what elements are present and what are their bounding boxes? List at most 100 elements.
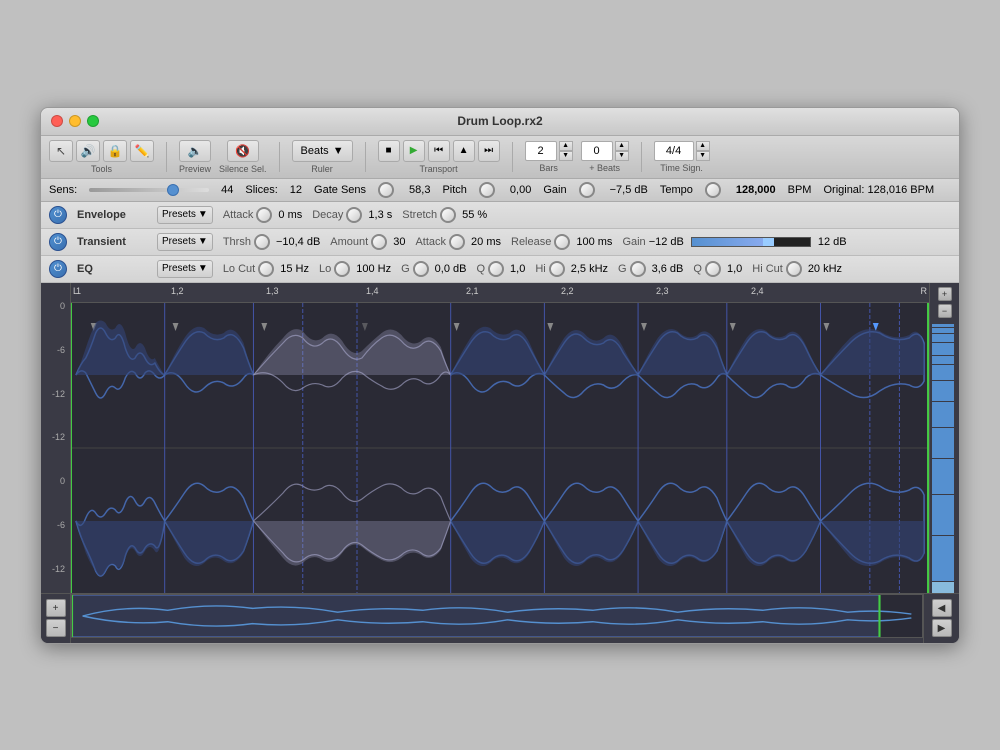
tools-label: Tools — [91, 164, 112, 174]
ruler-value: Beats — [301, 145, 329, 157]
waveform-canvas[interactable] — [71, 303, 929, 593]
q2-knob[interactable] — [705, 261, 721, 277]
g2-knob[interactable] — [630, 261, 646, 277]
time-sign-down-button[interactable]: ▼ — [696, 151, 710, 161]
sens-bar: Sens: 44 Slices: 12 Gate Sens 58,3 Pitch… — [41, 179, 959, 202]
g-label: G — [401, 263, 410, 275]
zoom-out-button[interactable]: − — [938, 304, 952, 318]
q2-group: Q 1,0 — [693, 261, 742, 277]
decay-group: Decay 1,3 s — [312, 207, 392, 223]
g-knob[interactable] — [413, 261, 429, 277]
transient-presets-dropdown[interactable]: Presets ▼ — [157, 233, 213, 251]
time-sign-up-button[interactable]: ▲ — [696, 141, 710, 151]
pencil-tool-button[interactable]: ✏️ — [130, 140, 154, 162]
speaker-tool-button[interactable]: 🔊 — [76, 140, 100, 162]
ruler-dropdown[interactable]: Beats ▼ — [292, 140, 353, 162]
transient-gain-group: Gain −12 dB 12 dB — [622, 236, 846, 248]
beats-up-button[interactable]: ▲ — [615, 141, 629, 151]
attack-group: Attack 0 ms — [223, 207, 302, 223]
sens-slider-thumb — [167, 184, 179, 196]
hi-knob[interactable] — [549, 261, 565, 277]
g-group: G 0,0 dB — [401, 261, 466, 277]
amount-knob[interactable] — [371, 234, 387, 250]
bars-up-button[interactable]: ▲ — [559, 141, 573, 151]
lo-knob[interactable] — [334, 261, 350, 277]
lock-tool-button[interactable]: 🔒 — [103, 140, 127, 162]
bars-spinner: ▲ ▼ — [559, 141, 573, 161]
transient-attack-knob[interactable] — [449, 234, 465, 250]
scroll-right-button[interactable]: ▶ — [932, 619, 952, 637]
bars-input[interactable]: 2 — [525, 141, 557, 161]
hi-label: Hi — [535, 263, 545, 275]
hi-cut-knob[interactable] — [786, 261, 802, 277]
hi-cut-value: 20 kHz — [808, 263, 842, 275]
eq-presets-dropdown[interactable]: Presets ▼ — [157, 260, 213, 278]
marker-2-4: 2,4 — [751, 286, 764, 296]
maximize-button[interactable] — [87, 115, 99, 127]
sens-slider[interactable] — [89, 188, 209, 192]
release-knob[interactable] — [554, 234, 570, 250]
transient-presets-label: Presets — [162, 236, 196, 247]
minimap-zoom-in-button[interactable]: + — [46, 599, 66, 617]
attack-knob[interactable] — [256, 207, 272, 223]
lo-cut-knob[interactable] — [258, 261, 274, 277]
lo-cut-value: 15 Hz — [280, 263, 309, 275]
sens-value: 44 — [221, 184, 233, 196]
amount-label: Amount — [330, 236, 368, 248]
amount-value: 30 — [393, 236, 405, 248]
beats-group: 0 ▲ ▼ + Beats — [581, 141, 629, 173]
preview-button[interactable]: 🔈 — [179, 140, 211, 162]
bars-group: 2 ▲ ▼ Bars — [525, 141, 573, 173]
marker-r: R — [921, 286, 928, 296]
hi-value: 2,5 kHz — [571, 263, 608, 275]
g2-group: G 3,6 dB — [618, 261, 683, 277]
waveform-main[interactable]: L 1 1,2 1,3 1,4 2,1 2,2 2,3 2,4 R — [71, 283, 929, 593]
pitch-knob[interactable] — [479, 182, 495, 198]
q-value: 1,0 — [510, 263, 525, 275]
bpm-label: BPM — [788, 184, 812, 196]
silence-sel-button[interactable]: 🔇 — [227, 140, 259, 162]
gate-sens-knob[interactable] — [378, 182, 394, 198]
scale-0b: 0 — [43, 476, 68, 486]
play-button[interactable]: ▶ — [403, 140, 425, 162]
scale-12: -12 — [43, 389, 68, 399]
stretch-knob[interactable] — [440, 207, 456, 223]
scroll-left-button[interactable]: ◀ — [932, 599, 952, 617]
fast-forward-button[interactable]: ⏭ — [478, 140, 500, 162]
record-button[interactable]: ▲ — [453, 140, 475, 162]
zoom-in-button[interactable]: + — [938, 287, 952, 301]
beats-down-button[interactable]: ▼ — [615, 151, 629, 161]
envelope-power-button[interactable]: ⏻ — [49, 206, 67, 224]
transient-power-button[interactable]: ⏻ — [49, 233, 67, 251]
tools-icons: ↖ 🔊 🔒 ✏️ — [49, 140, 154, 162]
decay-knob[interactable] — [346, 207, 362, 223]
minimap-canvas[interactable] — [71, 594, 923, 638]
envelope-presets-icon: ▼ — [198, 209, 208, 220]
select-tool-button[interactable]: ↖ — [49, 140, 73, 162]
original-label: Original: 128,016 BPM — [823, 184, 934, 196]
minimize-button[interactable] — [69, 115, 81, 127]
app-window: Drum Loop.rx2 ↖ 🔊 🔒 ✏️ Tools 🔈 Preview 🔇… — [40, 107, 960, 644]
scale-6: -6 — [43, 345, 68, 355]
marker-1-3: 1,3 — [266, 286, 279, 296]
time-sign-input[interactable]: 4/4 — [654, 141, 694, 161]
g-value: 0,0 dB — [435, 263, 467, 275]
stop-button[interactable]: ■ — [378, 140, 400, 162]
rewind-button[interactable]: ⏮ — [428, 140, 450, 162]
beats-input[interactable]: 0 — [581, 141, 613, 161]
marker-1-2: 1,2 — [171, 286, 184, 296]
q-group: Q 1,0 — [476, 261, 525, 277]
q-label: Q — [476, 263, 485, 275]
gain-knob[interactable] — [579, 182, 595, 198]
eq-power-button[interactable]: ⏻ — [49, 260, 67, 278]
close-button[interactable] — [51, 115, 63, 127]
thrsh-group: Thrsh −10,4 dB — [223, 234, 320, 250]
minimap-zoom-out-button[interactable]: − — [46, 619, 66, 637]
tempo-knob[interactable] — [705, 182, 721, 198]
bars-down-button[interactable]: ▼ — [559, 151, 573, 161]
thrsh-knob[interactable] — [254, 234, 270, 250]
envelope-presets-dropdown[interactable]: Presets ▼ — [157, 206, 213, 224]
q2-label: Q — [693, 263, 702, 275]
q-knob[interactable] — [488, 261, 504, 277]
sens-label: Sens: — [49, 184, 77, 196]
